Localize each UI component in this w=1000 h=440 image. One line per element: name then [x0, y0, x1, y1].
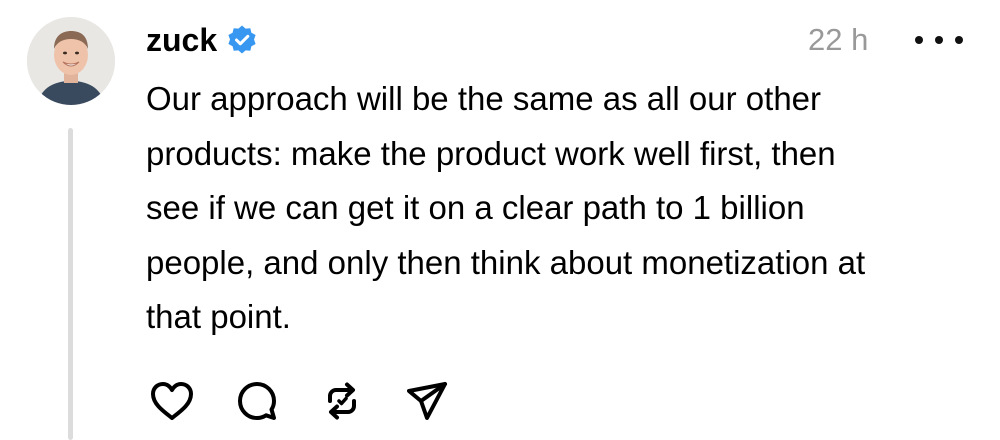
comment-icon [238, 382, 276, 420]
ellipsis-icon [915, 36, 923, 44]
heart-icon [151, 382, 193, 420]
action-bar [148, 374, 451, 428]
repost-button[interactable] [318, 377, 366, 425]
share-button[interactable] [403, 377, 451, 425]
post-header: zuck [146, 20, 258, 60]
thread-post: zuck 22 h Our approach will be the same … [0, 0, 1000, 440]
verified-badge-icon [226, 24, 258, 56]
timestamp: 22 h [808, 22, 869, 57]
repost-icon [328, 382, 356, 420]
like-button[interactable] [148, 377, 196, 425]
ellipsis-dot [955, 36, 963, 44]
reply-button[interactable] [233, 377, 281, 425]
post-text: Our approach will be the same as all our… [146, 80, 866, 335]
thread-line [68, 128, 73, 440]
avatar[interactable] [27, 17, 115, 105]
more-options-button[interactable] [915, 28, 963, 52]
ellipsis-dot [935, 36, 943, 44]
send-icon [407, 382, 447, 420]
username[interactable]: zuck [146, 20, 217, 60]
